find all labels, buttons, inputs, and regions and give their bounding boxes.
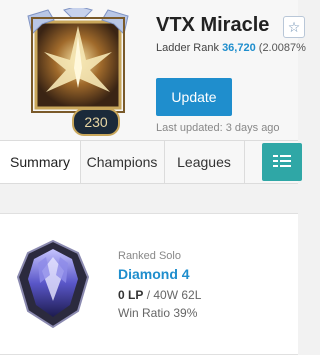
summoner-name: VTX Miracle [156,14,270,36]
list-filter-icon [273,152,291,172]
tab-summary[interactable]: Summary [0,141,81,183]
ladder-rank: Ladder Rank 36,720 (2.0087% [156,42,306,54]
diamond-emblem-icon [16,239,90,329]
queue-type: Ranked Solo [118,250,181,262]
win-ratio: Win Ratio 39% [118,306,198,320]
last-updated-text: Last updated: 3 days ago [156,122,280,134]
favorite-button[interactable]: ☆ [283,16,305,38]
win-loss-record: / 40W 62L [146,288,202,302]
tab-leagues[interactable]: Leagues [164,141,245,183]
tab-action-button[interactable] [262,143,302,181]
profile-icon-frame: 230 [18,5,138,136]
ranked-solo-card: Ranked Solo Diamond 4 0 LP / 40W 62L Win… [0,213,298,355]
tier-rank[interactable]: Diamond 4 [118,266,190,282]
update-button[interactable]: Update [156,78,232,116]
ladder-rank-percent: (2.0087% [258,42,306,54]
ladder-rank-label: Ladder Rank [156,42,219,54]
summoner-level-badge: 230 [72,108,120,136]
tab-champions[interactable]: Champions [80,141,165,183]
profile-tabs: Summary Champions Leagues [0,140,302,184]
profile-header: 230 VTX Miracle ☆ Ladder Rank 36,720 (2.… [0,0,306,140]
league-points: 0 LP [118,288,144,302]
ladder-rank-value[interactable]: 36,720 [222,42,256,54]
star-outline-icon: ☆ [287,19,301,35]
lp-and-record: 0 LP / 40W 62L [118,288,201,302]
